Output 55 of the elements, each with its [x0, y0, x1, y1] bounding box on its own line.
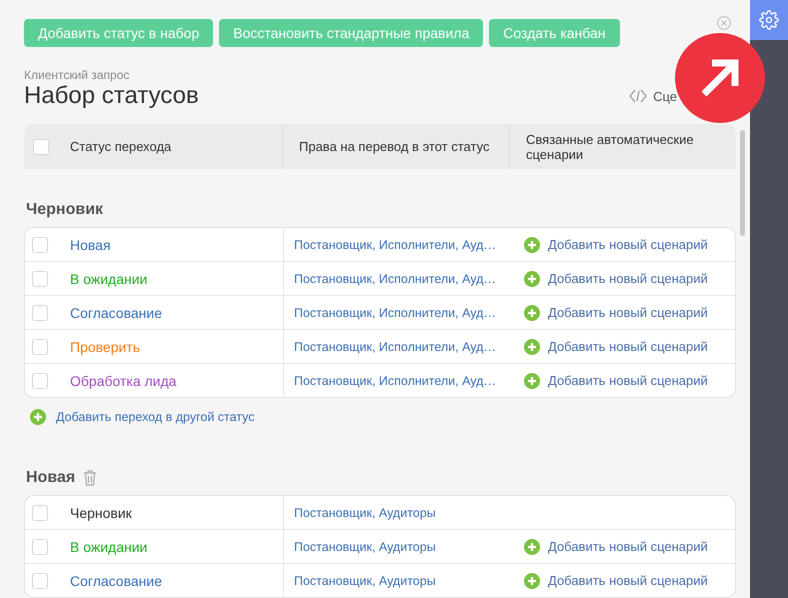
group-title: Черновик	[26, 201, 104, 219]
checkbox[interactable]	[32, 372, 48, 388]
checkbox[interactable]	[32, 572, 48, 588]
add-scenario-link[interactable]: Добавить новый сценарий	[548, 573, 708, 588]
add-scenario-link[interactable]: Добавить новый сценарий	[548, 339, 708, 354]
add-scenario-link[interactable]: Добавить новый сценарий	[548, 271, 708, 286]
checkbox[interactable]	[32, 236, 48, 252]
group-title: Новая	[26, 469, 76, 487]
plus-icon	[524, 236, 540, 252]
checkbox[interactable]	[32, 504, 48, 520]
scrollbar[interactable]	[740, 130, 745, 236]
plus-icon	[524, 538, 540, 554]
rights-link[interactable]: Постановщик, Исполнители, Ауд…	[294, 238, 496, 252]
plus-icon	[524, 572, 540, 588]
rights-link[interactable]: Постановщик, Аудиторы	[294, 540, 436, 554]
status-name: Новая	[70, 236, 111, 252]
add-scenario-link[interactable]: Добавить новый сценарий	[548, 539, 708, 554]
add-scenario-link[interactable]: Добавить новый сценарий	[548, 305, 708, 320]
column-header: Статус перехода	[70, 139, 172, 154]
status-name: Черновик	[70, 504, 132, 520]
plus-icon	[524, 338, 540, 354]
status-name: Согласование	[70, 572, 162, 588]
rights-link[interactable]: Постановщик, Исполнители, Ауд…	[294, 374, 496, 388]
add-scenario-link[interactable]: Добавить новый сценарий	[548, 237, 708, 252]
plus-icon	[524, 372, 540, 388]
add-scenario-link[interactable]: Добавить новый сценарий	[548, 373, 708, 388]
status-name: В ожидании	[70, 538, 148, 554]
rights-link[interactable]: Постановщик, Аудиторы	[294, 506, 436, 520]
rights-link[interactable]: Постановщик, Аудиторы	[294, 574, 436, 588]
plus-icon	[524, 304, 540, 320]
settings-icon	[759, 10, 779, 30]
column-header: Связанные автоматические сценарии	[526, 132, 695, 162]
scenarios-link[interactable]: Сце	[653, 88, 677, 104]
trash-icon[interactable]	[83, 470, 98, 486]
plus-icon	[524, 270, 540, 286]
plus-icon	[30, 409, 46, 425]
rights-link[interactable]: Постановщик, Исполнители, Ауд…	[294, 272, 496, 286]
checkbox[interactable]	[32, 304, 48, 320]
status-name: Согласование	[70, 304, 162, 320]
status-name: Обработка лида	[70, 372, 176, 388]
page-title: Набор статусов	[24, 82, 199, 110]
rights-link[interactable]: Постановщик, Исполнители, Ауд…	[294, 340, 496, 354]
checkbox[interactable]	[33, 138, 49, 154]
column-header: Права на перевод в этот статус	[299, 139, 490, 154]
status-name: Проверить	[70, 338, 140, 354]
checkbox[interactable]	[32, 270, 48, 286]
code-icon	[629, 88, 648, 104]
subtitle: Клиентский запрос	[24, 68, 130, 82]
settings-button[interactable]	[750, 0, 788, 40]
add-transition-link[interactable]: Добавить переход в другой статус	[56, 410, 255, 424]
status-name: В ожидании	[70, 270, 148, 286]
rights-link[interactable]: Постановщик, Исполнители, Ауд…	[294, 306, 496, 320]
checkbox[interactable]	[32, 338, 48, 354]
checkbox[interactable]	[32, 538, 48, 554]
close-icon[interactable]	[717, 16, 731, 30]
